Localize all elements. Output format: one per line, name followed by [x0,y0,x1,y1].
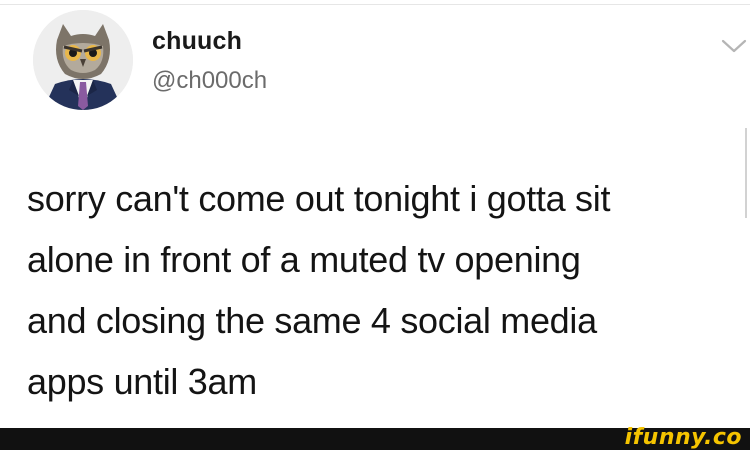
tweet-text-line: and closing the same 4 social media [27,300,597,341]
user-handle[interactable]: @ch000ch [152,67,267,95]
watermark-bar: ifunny.co [0,425,750,450]
tweet-text-line: apps until 3am [27,361,257,402]
tweet-text-line: alone in front of a muted tv opening [27,239,581,280]
owl-avatar-icon [33,10,133,110]
top-divider [0,4,750,5]
scrollbar[interactable] [745,128,747,218]
tweet-text-line: sorry can't come out tonight i gotta sit [27,178,611,219]
tweet-menu-button[interactable] [720,36,748,56]
display-name[interactable]: chuuch [152,27,242,56]
ifunny-watermark: ifunny.co [624,425,742,450]
avatar[interactable] [33,10,133,110]
tweet-text: sorry can't come out tonight i gotta sit… [27,168,727,412]
chevron-down-icon [721,39,747,53]
